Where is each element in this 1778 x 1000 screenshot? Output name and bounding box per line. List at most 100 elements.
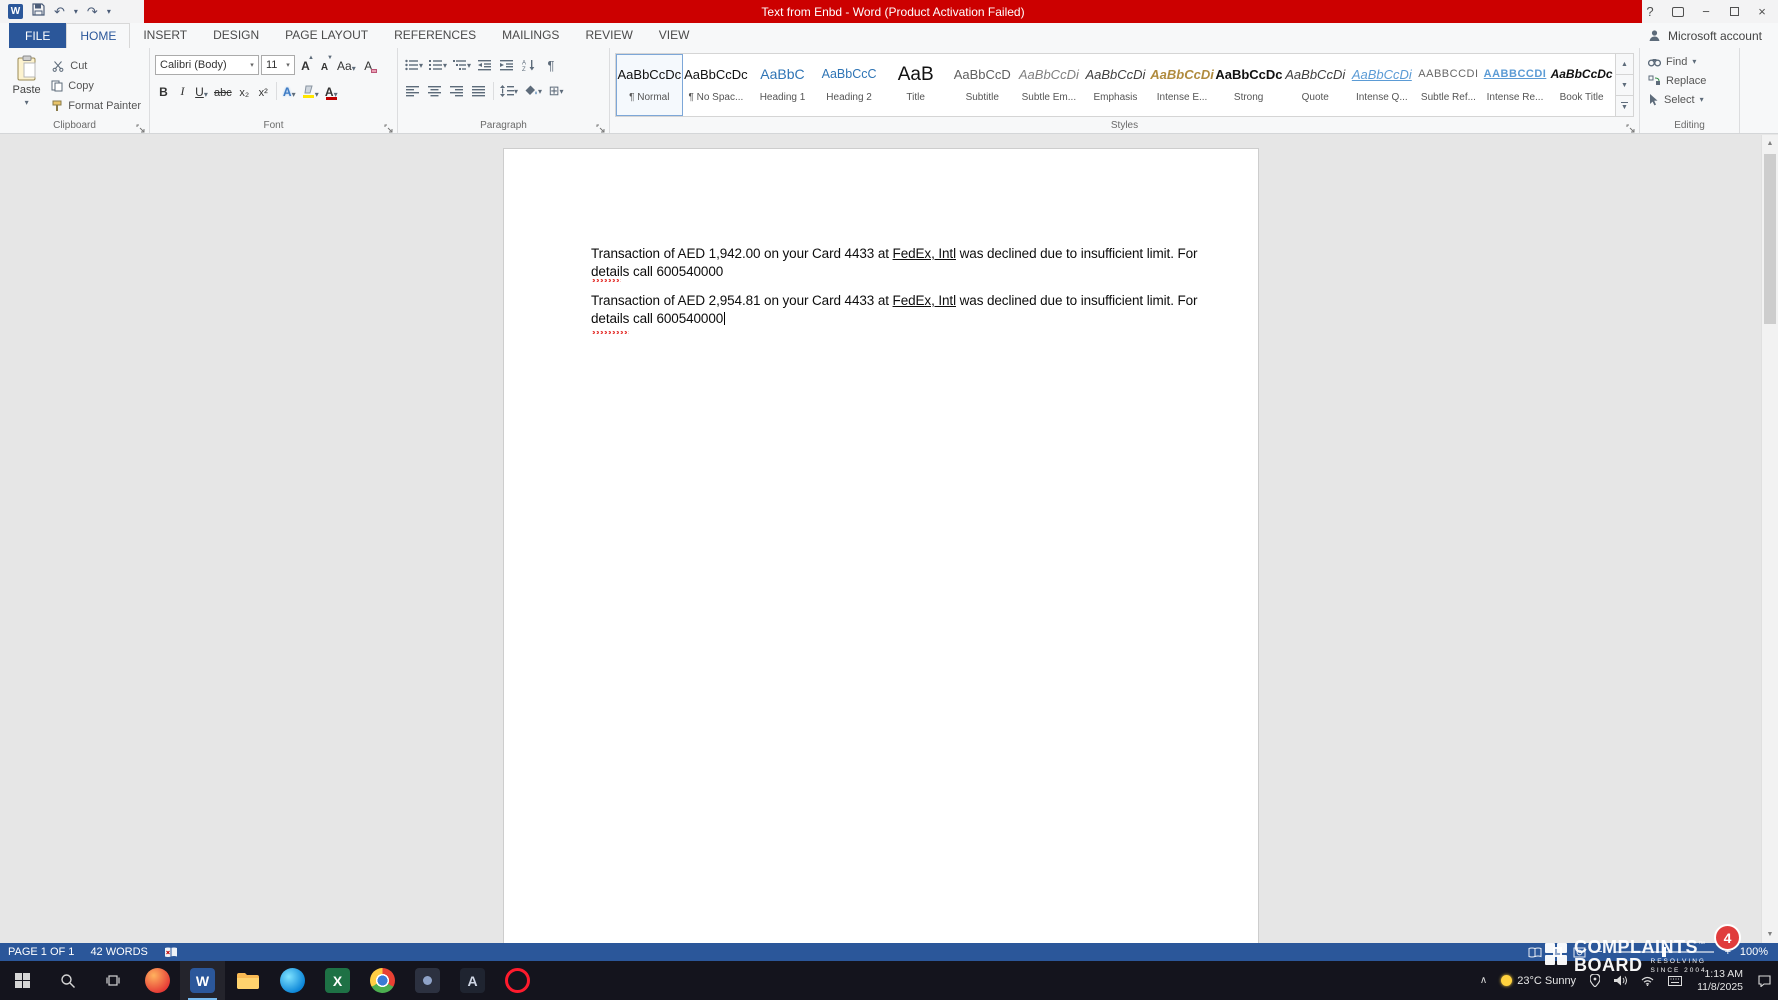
highlight-button[interactable]: ▾ [300,80,321,102]
taskbar-word-button[interactable]: W [180,961,225,1000]
taskbar-app-icon[interactable] [135,961,180,1000]
style-normal[interactable]: AaBbCcDc¶ Normal [616,54,683,116]
font-size-combo[interactable]: 11 ▾ [261,55,295,75]
scrollbar-down-button[interactable]: ▼ [1762,926,1778,943]
font-dialog-launcher[interactable] [384,120,394,130]
undo-dropdown-icon[interactable]: ▾ [74,7,78,16]
shading-button[interactable]: ▾ [522,80,544,102]
style-subtle-reference[interactable]: AABBCCDISubtle Ref... [1415,54,1482,116]
replace-button[interactable]: Replace [1645,71,1734,90]
text-line[interactable]: Transaction of AED 1,942.00 on your Card… [591,245,1191,263]
styles-more-button[interactable]: ▼ [1616,96,1633,116]
style-strong[interactable]: AaBbCcDcStrong [1215,54,1282,116]
style-title[interactable]: AaBTitle [882,54,949,116]
clipboard-dialog-launcher[interactable] [136,120,146,130]
edge-button[interactable] [270,961,315,1000]
subscript-button[interactable]: x₂ [236,80,253,102]
taskbar-app-icon[interactable] [405,961,450,1000]
ribbon-display-options-button[interactable] [1664,0,1692,23]
document-text[interactable]: Transaction of AED 1,942.00 on your Card… [591,245,1191,339]
start-button[interactable] [0,961,45,1000]
search-button[interactable] [45,961,90,1000]
tab-home[interactable]: HOME [66,23,130,48]
text-run[interactable]: details call 600540000 [591,311,723,326]
borders-button[interactable]: ⊞▾ [546,80,566,102]
text-effects-button[interactable]: A▾ [281,80,298,102]
cut-button[interactable]: Cut [48,57,144,74]
help-button[interactable]: ? [1636,0,1664,23]
grow-font-button[interactable]: A▲ [297,54,314,76]
line-spacing-button[interactable]: ▾ [498,80,520,102]
align-right-button[interactable] [447,80,467,102]
italic-button[interactable]: I [174,80,191,102]
close-button[interactable]: × [1748,0,1776,23]
tab-page-layout[interactable]: PAGE LAYOUT [272,23,381,48]
underlined-run[interactable]: FedEx, Intl [893,293,956,308]
chrome-button[interactable] [360,961,405,1000]
tab-view[interactable]: VIEW [646,23,703,48]
styles-dialog-launcher[interactable] [1626,120,1636,130]
styles-scroll-up-button[interactable]: ▲ [1616,54,1633,75]
microsoft-account[interactable]: Microsoft account [1648,23,1778,48]
find-button[interactable]: Find ▾ [1645,52,1734,71]
show-formatting-marks-button[interactable]: ¶ [541,54,561,76]
word-count[interactable]: 42 WORDS [82,946,155,958]
select-button[interactable]: Select ▾ [1645,90,1734,109]
customize-qat-button[interactable]: ▾ [107,7,111,16]
paste-button[interactable]: Paste ▾ [5,52,48,116]
scrollbar-up-button[interactable]: ▲ [1762,135,1778,152]
style-quote[interactable]: AaBbCcDiQuote [1282,54,1349,116]
tab-file[interactable]: FILE [9,23,66,48]
text-line[interactable]: details call 600540000 [591,310,1191,328]
scrollbar-thumb[interactable] [1764,154,1776,324]
opera-button[interactable] [495,961,540,1000]
paragraph[interactable]: Transaction of AED 2,954.81 on your Card… [591,292,1191,327]
style-intense-emphasis[interactable]: AaBbCcDiIntense E... [1149,54,1216,116]
proofing-status[interactable] [156,947,186,958]
style-heading-2[interactable]: AaBbCcCHeading 2 [816,54,883,116]
multilevel-list-button[interactable]: ▾ [451,54,473,76]
text-run[interactable]: Transaction of AED 2,954.81 on your Card… [591,293,893,308]
copy-button[interactable]: Copy [48,77,144,94]
style-subtitle[interactable]: AaBbCcDSubtitle [949,54,1016,116]
tray-expand-button[interactable]: ∧ [1473,961,1494,1000]
style-no-spacing[interactable]: AaBbCcDc¶ No Spac... [683,54,750,116]
minimize-button[interactable]: − [1692,0,1720,23]
text-run[interactable]: details call 600540000 [591,264,723,279]
tab-mailings[interactable]: MAILINGS [489,23,572,48]
underline-button[interactable]: U▾ [193,80,210,102]
tab-review[interactable]: REVIEW [572,23,645,48]
undo-button[interactable]: ↶ [54,5,65,18]
task-view-button[interactable] [90,961,135,1000]
tab-design[interactable]: DESIGN [200,23,272,48]
strikethrough-button[interactable]: abc [212,80,234,102]
redo-button[interactable]: ↷ [87,5,98,18]
bold-button[interactable]: B [155,80,172,102]
file-explorer-button[interactable] [225,961,270,1000]
taskbar-app-icon[interactable]: A [450,961,495,1000]
font-color-button[interactable]: A▾ [323,80,340,102]
sort-button[interactable]: AZ [519,54,539,76]
save-button[interactable] [32,3,45,21]
paragraph-dialog-launcher[interactable] [596,120,606,130]
text-line[interactable]: details call 600540000 [591,263,1191,281]
style-heading-1[interactable]: AaBbCHeading 1 [749,54,816,116]
numbering-button[interactable]: ▾ [427,54,449,76]
text-run[interactable]: was declined due to insufficient limit. … [956,293,1197,308]
vertical-scrollbar[interactable]: ▲ ▼ [1761,135,1778,943]
change-case-button[interactable]: Aa▾ [335,54,358,76]
increase-indent-button[interactable] [497,54,517,76]
font-family-combo[interactable]: Calibri (Body) ▾ [155,55,259,75]
style-intense-reference[interactable]: AABBCCDIIntense Re... [1482,54,1549,116]
word-logo-icon[interactable]: W [8,4,23,19]
clear-formatting-button[interactable]: A [360,54,377,76]
superscript-button[interactable]: x² [255,80,272,102]
tab-references[interactable]: REFERENCES [381,23,489,48]
paragraph[interactable]: Transaction of AED 1,942.00 on your Card… [591,245,1191,280]
text-run[interactable]: Transaction of AED 1,942.00 on your Card… [591,246,893,261]
align-left-button[interactable] [403,80,423,102]
style-emphasis[interactable]: AaBbCcDiEmphasis [1082,54,1149,116]
restore-button[interactable] [1720,0,1748,23]
excel-button[interactable]: X [315,961,360,1000]
document-page[interactable]: Transaction of AED 1,942.00 on your Card… [503,148,1259,943]
